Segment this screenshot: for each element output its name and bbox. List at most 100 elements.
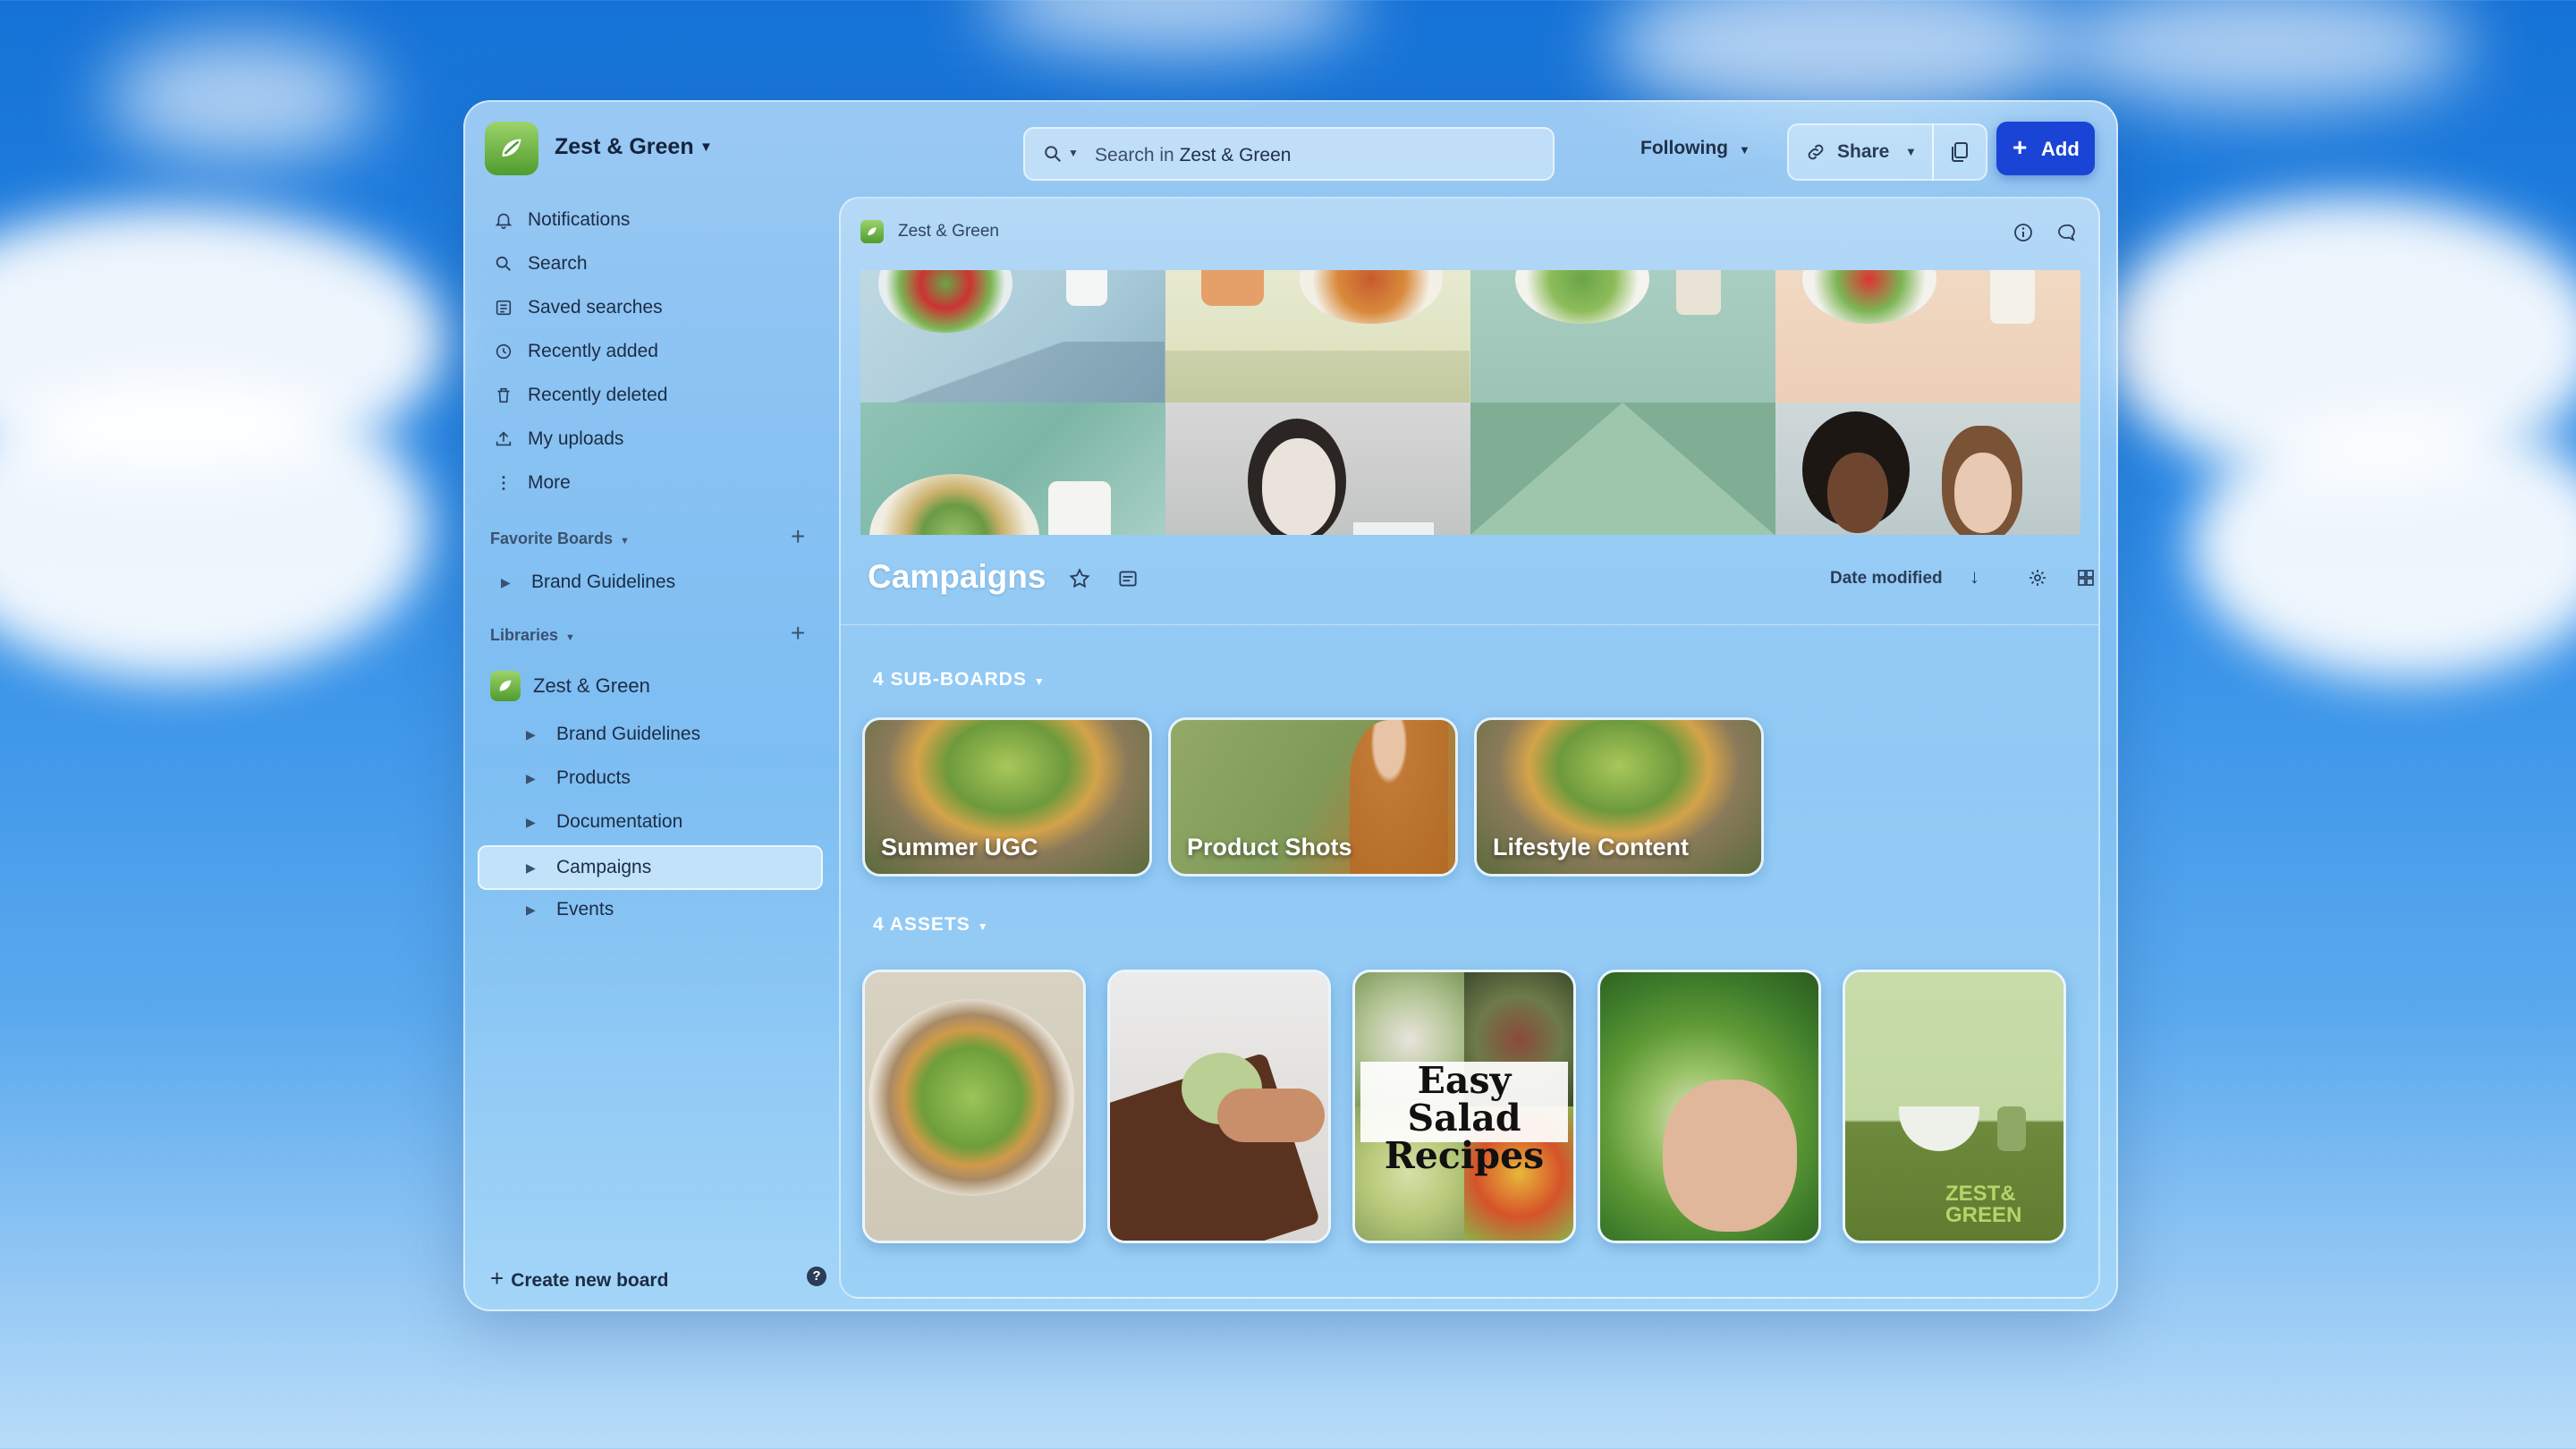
subboard-label: Lifestyle Content [1493,834,1690,860]
nav-label: Recently deleted [528,385,668,405]
add-library-icon[interactable]: + [791,619,805,648]
add-button[interactable]: + Add [1996,122,2095,175]
search-icon [492,252,515,275]
asset-card[interactable]: Easy Salad Recipes [1352,970,1576,1243]
saved-search-icon [492,296,515,319]
recipe-title-line: Easy Salad [1407,1059,1521,1140]
hand-shape [1663,1080,1797,1232]
sort-dropdown[interactable]: Date modified [1830,569,1943,589]
gear-icon[interactable] [2027,567,2048,589]
nav-label: Saved searches [528,297,663,318]
link-icon [1808,144,1824,160]
cover-tile [1470,270,1775,402]
plus-icon: + [490,1265,504,1292]
subboards-header[interactable]: 4 SUB-BOARDS ▼ [873,669,1046,691]
description-icon[interactable] [1116,567,1140,590]
help-icon[interactable]: ? [807,1267,826,1286]
library-item-brand-guidelines[interactable]: ▶ Brand Guidelines [521,714,807,755]
asset-card[interactable] [1597,970,1821,1243]
nav-more[interactable]: More [485,465,825,501]
create-new-board-button[interactable]: + Create new board [490,1265,668,1292]
plus-icon: + [2012,133,2028,161]
upload-icon [492,428,515,451]
asset-card[interactable] [1107,970,1331,1243]
bell-icon [492,208,515,232]
sort-direction-icon[interactable]: ↓ [1970,565,1979,589]
caret-right-icon[interactable]: ▶ [526,771,544,786]
board-panel: Zest & Green Campaigns Date modified ↓ 4… [839,197,2100,1299]
chevron-down-icon: ▼ [1738,143,1750,157]
library-item-products[interactable]: ▶ Products [521,758,807,799]
workspace-name[interactable]: Zest & Green [555,134,694,160]
cover-tile [860,402,1165,535]
workspace-logo-icon[interactable] [485,122,538,175]
assets-header[interactable]: 4 ASSETS ▼ [873,914,989,936]
nav-label: Notifications [528,209,631,230]
library-logo-icon [490,671,521,701]
cover-tile [860,270,1165,402]
tree-label: Events [556,899,614,919]
asset-card[interactable] [862,970,1086,1243]
subboards-count: 4 SUB-BOARDS [873,669,1027,690]
search-input[interactable]: ▼ Search in Zest & Green [1023,127,1555,181]
search-placeholder: Search in Zest & Green [1095,145,1291,166]
trash-icon [492,384,515,407]
share-button[interactable]: Share ▼ [1787,123,1934,181]
caret-right-icon[interactable]: ▶ [526,860,544,876]
caret-right-icon[interactable]: ▶ [526,815,544,830]
following-dropdown[interactable]: Following ▼ [1640,138,1750,159]
nav-notifications[interactable]: Notifications [485,202,825,238]
search-icon [1045,146,1062,163]
chevron-down-icon: ▼ [620,536,630,547]
chevron-down-icon: ▼ [977,920,989,933]
more-vertical-icon [492,471,515,495]
libraries-header[interactable]: Libraries ▼ [490,626,575,645]
subboard-card[interactable]: Summer UGC [862,717,1152,877]
library-name[interactable]: Zest & Green [533,674,650,698]
favorite-boards-label: Favorite Boards [490,530,614,547]
nav-recently-added[interactable]: Recently added [485,334,825,369]
breadcrumb-logo-icon [860,220,884,243]
nav-search[interactable]: Search [485,246,825,282]
board-title: Campaigns [868,558,1046,595]
nav-my-uploads[interactable]: My uploads [485,421,825,457]
tree-label: Campaigns [556,857,652,877]
app-window: Zest & Green ▼ ▼ Search in Zest & Green … [463,100,2118,1311]
caret-right-icon[interactable]: ▶ [526,902,544,918]
library-item-documentation[interactable]: ▶ Documentation [521,801,807,843]
nav-label: Recently added [528,341,658,361]
libraries-label: Libraries [490,626,559,644]
info-icon[interactable] [2012,222,2034,243]
breadcrumb[interactable]: Zest & Green [898,222,999,242]
tree-label: Brand Guidelines [531,572,676,592]
subboard-card[interactable]: Product Shots [1168,717,1458,877]
cover-tile [1775,270,2080,402]
comment-icon[interactable] [2055,222,2077,243]
salad-bowl-shape [869,999,1074,1196]
library-item-events[interactable]: ▶ Events [521,889,807,930]
favorite-brand-guidelines[interactable]: ▶ Brand Guidelines [501,562,675,603]
nav-recently-deleted[interactable]: Recently deleted [485,377,825,413]
grid-view-icon[interactable] [2075,567,2097,589]
nav-label: Search [528,253,588,274]
asset-card[interactable]: ZEST& GREEN [1843,970,2066,1243]
nav-saved-searches[interactable]: Saved searches [485,290,825,326]
chevron-down-icon: ▼ [1033,675,1046,688]
divider [841,624,2098,625]
caret-right-icon[interactable]: ▶ [501,575,519,590]
favorite-boards-header[interactable]: Favorite Boards ▼ [490,530,630,548]
library-item-campaigns[interactable]: ▶ Campaigns [478,845,823,890]
chevron-down-icon[interactable]: ▼ [1068,147,1079,159]
brand-logo-text: ZEST& GREEN [1945,1183,2021,1226]
tree-label: Documentation [556,811,683,832]
bottle-shape [1997,1106,2026,1151]
star-icon[interactable] [1068,567,1091,590]
subboard-card[interactable]: Lifestyle Content [1474,717,1764,877]
tree-label: Brand Guidelines [556,724,701,744]
assets-count: 4 ASSETS [873,914,970,935]
caret-right-icon[interactable]: ▶ [526,727,544,742]
search-prefix: Search in [1095,145,1174,165]
copy-button[interactable] [1932,123,1987,181]
chevron-down-icon[interactable]: ▼ [699,140,713,155]
add-favorite-icon[interactable]: + [791,522,805,551]
